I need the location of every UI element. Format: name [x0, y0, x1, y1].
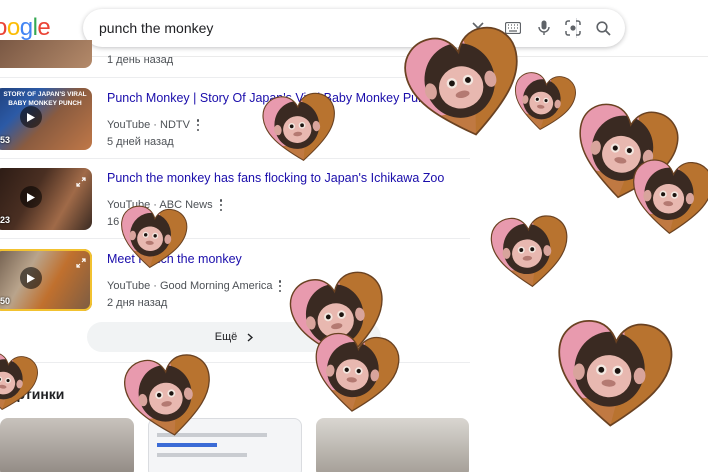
result-date: 2 дня назад: [107, 297, 168, 309]
chevron-right-icon: [247, 332, 254, 342]
expand-icon: [76, 174, 86, 187]
monkey-heart-sticker: [259, 88, 342, 166]
monkey-heart-sticker: [550, 314, 677, 432]
video-duration: 53: [0, 135, 11, 145]
video-result: 50 Meet Punch the monkey YouTube · Good …: [0, 249, 470, 321]
result-date: 1 день назад: [107, 54, 174, 66]
more-options-icon[interactable]: [218, 198, 224, 212]
search-input[interactable]: punch the monkey: [99, 20, 213, 36]
result-date: 5 дней назад: [107, 136, 174, 148]
monkey-heart-sticker: [115, 202, 191, 273]
search-icon[interactable]: [593, 18, 613, 38]
video-thumbnail[interactable]: 23: [0, 168, 92, 230]
result-divider: [0, 158, 470, 159]
video-thumbnail[interactable]: [0, 40, 92, 68]
result-divider: [0, 238, 470, 239]
result-title-link[interactable]: Punch the monkey has fans flocking to Ja…: [107, 171, 444, 185]
more-options-icon[interactable]: [195, 118, 201, 132]
result-source: YouTube · NDTV: [107, 119, 190, 131]
monkey-heart-sticker: [308, 328, 404, 418]
video-duration: 23: [0, 215, 11, 225]
monkey-heart-sticker: [0, 348, 42, 415]
thumbnail-caption: STORY OF JAPAN'S VIRAL BABY MONKEY PUNCH: [3, 91, 87, 107]
result-divider: [0, 77, 470, 78]
search-box[interactable]: punch the monkey: [83, 9, 625, 47]
google-logo[interactable]: oogle: [0, 14, 51, 42]
video-duration: 50: [0, 296, 11, 306]
result-source: YouTube · Good Morning America: [107, 280, 273, 292]
video-result: 23 Punch the monkey has fans flocking to…: [0, 168, 470, 240]
play-icon[interactable]: [20, 106, 42, 128]
lens-icon[interactable]: [563, 18, 583, 38]
image-result[interactable]: [0, 418, 134, 472]
video-thumbnail[interactable]: STORY OF JAPAN'S VIRAL BABY MONKEY PUNCH…: [0, 88, 92, 150]
monkey-heart-sticker: [488, 211, 573, 290]
play-icon[interactable]: [20, 186, 42, 208]
monkey-heart-sticker: [508, 68, 580, 135]
image-result[interactable]: [316, 418, 469, 472]
search-header: oogle punch the monkey: [0, 0, 708, 56]
more-button-label: Ещё: [214, 331, 238, 343]
video-result: STORY OF JAPAN'S VIRAL BABY MONKEY PUNCH…: [0, 88, 470, 160]
play-icon[interactable]: [20, 267, 42, 289]
video-thumbnail[interactable]: 50: [0, 249, 92, 311]
monkey-heart-sticker: [119, 348, 220, 443]
monkey-heart-sticker: [627, 155, 708, 238]
expand-icon: [76, 255, 86, 268]
microphone-icon[interactable]: [534, 18, 554, 38]
